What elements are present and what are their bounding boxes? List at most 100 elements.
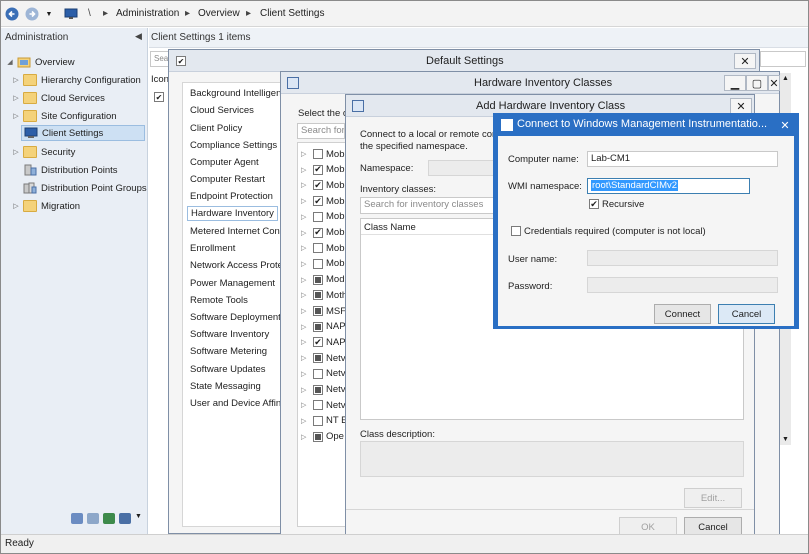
class-checkbox[interactable]: ✔ — [313, 196, 323, 207]
wmi-cancel-button[interactable]: Cancel — [718, 304, 775, 324]
class-row[interactable]: ▷ ✔ Mob — [301, 177, 344, 193]
category-computer-agent[interactable]: Computer Agent — [190, 157, 259, 168]
expanded-arrow-icon[interactable]: ◢ — [5, 58, 15, 66]
class-row[interactable]: ▷ Netv — [301, 382, 346, 398]
scroll-up-icon[interactable]: ▲ — [782, 75, 789, 82]
class-row[interactable]: ▷ Mob — [301, 240, 344, 256]
expand-arrow-icon[interactable]: ▷ — [301, 181, 313, 189]
expand-arrow-icon[interactable]: ▷ — [301, 433, 313, 441]
wmi-namespace-input[interactable]: root\StandardCIMv2 — [587, 178, 750, 194]
workspace-menu-chevron-icon[interactable]: ▼ — [135, 513, 143, 524]
tree-item-hierarchy-configuration[interactable]: ▷ Hierarchy Configuration — [11, 72, 141, 88]
collapsed-arrow-icon[interactable]: ▷ — [11, 76, 21, 84]
category-software-metering[interactable]: Software Metering — [190, 346, 267, 357]
expand-arrow-icon[interactable]: ▷ — [301, 213, 313, 221]
class-checkbox[interactable]: ✔ — [313, 337, 323, 348]
collapsed-arrow-icon[interactable]: ▷ — [11, 202, 21, 210]
expand-arrow-icon[interactable]: ▷ — [301, 276, 313, 284]
tree-item-security[interactable]: ▷ Security — [11, 144, 75, 160]
tree-item-overview[interactable]: ◢ Overview — [5, 54, 75, 70]
history-dropdown[interactable]: ▼ — [44, 6, 54, 22]
tree-item-site-configuration[interactable]: ▷ Site Configuration — [11, 108, 117, 124]
class-checkbox[interactable] — [313, 321, 323, 332]
category-network-access-protection[interactable]: Network Access Protec — [190, 260, 288, 271]
expand-arrow-icon[interactable]: ▷ — [301, 323, 313, 331]
category-user-device-affinity[interactable]: User and Device Affinit — [190, 398, 286, 409]
category-hardware-inventory[interactable]: Hardware Inventory — [187, 206, 278, 221]
namespace-field[interactable] — [428, 160, 496, 176]
class-row[interactable]: ▷ Netv — [301, 366, 346, 382]
results-search-input-right[interactable] — [760, 51, 806, 67]
forward-button[interactable] — [24, 6, 40, 22]
class-checkbox[interactable] — [313, 243, 323, 254]
category-background-intelligent[interactable]: Background Intelligent — [190, 88, 284, 99]
add-class-close-button[interactable]: ✕ — [730, 98, 752, 114]
hw-classes-search-input[interactable]: Search for — [297, 123, 345, 139]
tree-item-distribution-point-groups[interactable]: Distribution Point Groups — [21, 180, 147, 196]
expand-arrow-icon[interactable]: ▷ — [301, 370, 313, 378]
class-checkbox[interactable]: ✔ — [313, 227, 323, 238]
class-checkbox[interactable] — [313, 290, 323, 301]
category-state-messaging[interactable]: State Messaging — [190, 381, 261, 392]
back-button[interactable] — [4, 6, 20, 22]
category-computer-restart[interactable]: Computer Restart — [190, 174, 265, 185]
default-settings-close-button[interactable]: ✕ — [734, 53, 756, 69]
user-name-input[interactable] — [587, 250, 778, 266]
assets-workspace-icon[interactable] — [71, 513, 83, 524]
collapsed-arrow-icon[interactable]: ▷ — [11, 94, 21, 102]
tree-item-client-settings[interactable]: Client Settings — [21, 125, 145, 141]
class-checkbox[interactable] — [313, 368, 323, 379]
class-row[interactable]: ▷ MSF — [301, 303, 346, 319]
class-checkbox[interactable] — [313, 415, 323, 426]
scroll-down-icon[interactable]: ▼ — [782, 436, 789, 443]
tree-item-distribution-points[interactable]: Distribution Points — [21, 162, 118, 178]
expand-arrow-icon[interactable]: ▷ — [301, 338, 313, 346]
class-row[interactable]: ▷ NT E — [301, 413, 347, 429]
expand-arrow-icon[interactable]: ▷ — [301, 417, 313, 425]
hw-classes-maximize-button[interactable]: ▢ — [746, 75, 768, 91]
category-client-policy[interactable]: Client Policy — [190, 123, 242, 134]
class-row[interactable]: ▷ Ope — [301, 429, 344, 445]
category-software-deployment[interactable]: Software Deployment — [190, 312, 281, 323]
password-input[interactable] — [587, 277, 778, 293]
tree-item-migration[interactable]: ▷ Migration — [11, 198, 80, 214]
class-row[interactable]: ▷ Mob — [301, 256, 344, 272]
expand-arrow-icon[interactable]: ▷ — [301, 354, 313, 362]
collapse-pane-icon[interactable]: ◀ — [135, 31, 142, 42]
class-row[interactable]: ▷ Mob — [301, 146, 344, 162]
expand-arrow-icon[interactable]: ▷ — [301, 401, 313, 409]
edit-button[interactable]: Edit... — [684, 488, 742, 508]
expand-arrow-icon[interactable]: ▷ — [301, 229, 313, 237]
class-checkbox[interactable] — [313, 306, 323, 316]
expand-arrow-icon[interactable]: ▷ — [301, 244, 313, 252]
administration-workspace-icon[interactable] — [119, 513, 131, 524]
class-checkbox[interactable]: ✔ — [313, 164, 323, 175]
class-checkbox[interactable] — [313, 353, 323, 364]
column-class-name[interactable]: Class Name — [364, 222, 416, 233]
category-software-inventory[interactable]: Software Inventory — [190, 329, 269, 340]
class-row[interactable]: ▷ Netv — [301, 350, 346, 366]
monitoring-workspace-icon[interactable] — [103, 513, 115, 524]
class-row[interactable]: ▷ ✔ Mob — [301, 225, 344, 241]
tree-item-cloud-services[interactable]: ▷ Cloud Services — [11, 90, 105, 106]
class-row[interactable]: ▷ Netv — [301, 397, 346, 413]
breadcrumb-root[interactable]: \ — [88, 8, 91, 19]
category-software-updates[interactable]: Software Updates — [190, 364, 266, 375]
class-checkbox[interactable] — [313, 431, 323, 442]
category-endpoint-protection[interactable]: Endpoint Protection — [190, 191, 273, 202]
class-row[interactable]: ▷ ✔ Mob — [301, 193, 344, 209]
class-row[interactable]: ▷ ✔ NAP — [301, 334, 346, 350]
class-row[interactable]: ▷ Mod — [301, 272, 344, 288]
breadcrumb-overview[interactable]: Overview — [198, 8, 240, 19]
category-cloud-services[interactable]: Cloud Services — [190, 105, 254, 116]
expand-arrow-icon[interactable]: ▷ — [301, 386, 313, 394]
recursive-checkbox[interactable]: ✔ — [589, 199, 599, 209]
class-checkbox[interactable] — [313, 384, 323, 395]
hw-classes-close-button[interactable]: ✕ — [768, 75, 780, 91]
breadcrumb-administration[interactable]: Administration — [116, 8, 179, 19]
class-checkbox[interactable] — [313, 400, 323, 411]
category-compliance-settings[interactable]: Compliance Settings — [190, 140, 277, 151]
collapsed-arrow-icon[interactable]: ▷ — [11, 112, 21, 120]
class-checkbox[interactable]: ✔ — [313, 180, 323, 191]
category-enrollment[interactable]: Enrollment — [190, 243, 235, 254]
